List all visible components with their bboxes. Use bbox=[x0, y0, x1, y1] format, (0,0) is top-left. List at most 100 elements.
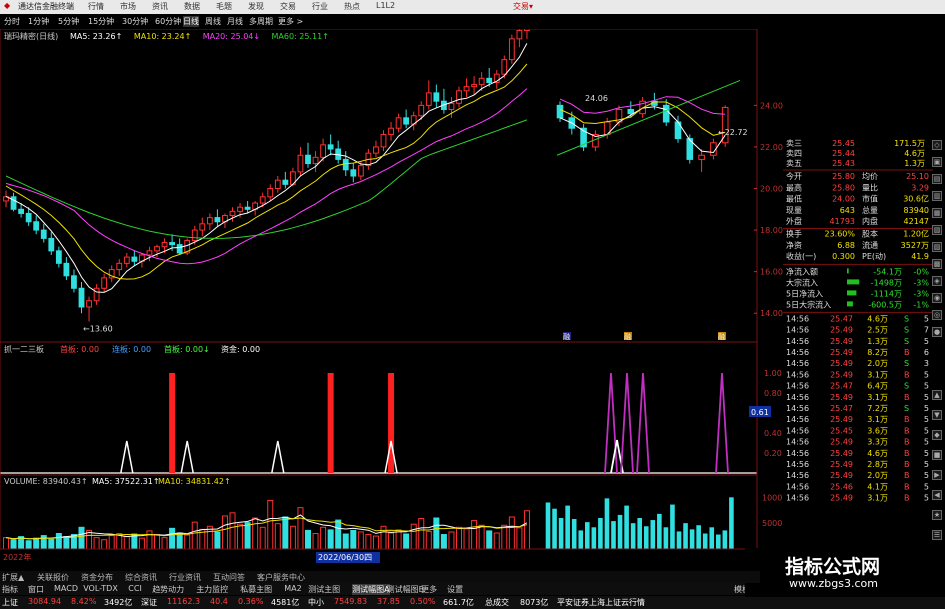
menu-item[interactable]: 行业 bbox=[312, 1, 328, 12]
period-1min[interactable]: 1分钟 bbox=[28, 16, 49, 27]
period-15min[interactable]: 15分钟 bbox=[88, 16, 114, 27]
side-button-icon[interactable]: ▲ bbox=[932, 390, 942, 400]
candle-body bbox=[55, 250, 62, 264]
side-button-icon[interactable]: ◀ bbox=[932, 490, 942, 500]
level-label: ←22.72 bbox=[718, 128, 748, 137]
indicator-tab[interactable]: 私募主图 bbox=[240, 584, 272, 595]
side-button-icon[interactable]: ■ bbox=[932, 450, 942, 460]
status-item: 0.36% bbox=[238, 597, 264, 606]
bottom-tab[interactable]: 扩展▲ bbox=[2, 572, 24, 583]
main-title: 瑞玛精密(日线) bbox=[4, 31, 58, 41]
bottom-tab[interactable]: 资金分布 bbox=[81, 572, 113, 583]
side-button-icon[interactable]: ▨ bbox=[932, 242, 942, 252]
menu-item[interactable]: 数据 bbox=[184, 1, 200, 12]
side-button-icon[interactable]: ▤ bbox=[932, 174, 942, 184]
candle-body bbox=[10, 196, 17, 210]
menu-item[interactable]: 毛题 bbox=[216, 1, 232, 12]
side-button-icon[interactable]: ☰ bbox=[932, 530, 942, 540]
bottom-tab[interactable]: 客户服务中心 bbox=[257, 572, 305, 583]
bottom-tab[interactable]: 互动问答 bbox=[213, 572, 245, 583]
bottom-tab[interactable]: 关联报价 bbox=[37, 572, 69, 583]
side-button-icon[interactable]: ▣ bbox=[932, 157, 942, 167]
period-more[interactable]: 更多 > bbox=[278, 16, 303, 27]
bottom-tab[interactable]: 行业资讯 bbox=[169, 572, 201, 583]
volume-bar bbox=[729, 497, 734, 549]
side-button-icon[interactable]: ▦ bbox=[932, 208, 942, 218]
period-week[interactable]: 周线 bbox=[205, 16, 221, 27]
indicator-tab[interactable]: 指标 bbox=[2, 584, 18, 595]
candle-body bbox=[237, 206, 243, 212]
side-button-icon[interactable]: ◆ bbox=[932, 430, 942, 440]
chart-canvas[interactable]: 瑞玛精密(日线) MA5: 23.26↑ MA10: 23.24↑ MA20: 25.… bbox=[0, 29, 945, 582]
indicator-item: 连板: 0.00 bbox=[112, 344, 151, 354]
side-button-icon[interactable]: ◎ bbox=[932, 310, 942, 320]
menu-item[interactable]: 市场 bbox=[120, 1, 136, 12]
indicator-tick: 0.40 bbox=[764, 429, 782, 438]
indicator-tab[interactable]: 设置 bbox=[447, 584, 463, 595]
status-item: 深证 bbox=[141, 598, 157, 607]
period-multi[interactable]: 多周期 bbox=[249, 16, 273, 27]
indicator-tab[interactable]: 测试幅图B bbox=[387, 584, 425, 595]
candle-body bbox=[312, 156, 319, 165]
side-button-icon[interactable]: ▩ bbox=[932, 259, 942, 269]
side-button-icon[interactable]: ● bbox=[932, 327, 942, 337]
volume-bar bbox=[448, 531, 455, 550]
menu-item[interactable]: 资讯 bbox=[152, 1, 168, 12]
volume-bar bbox=[630, 523, 636, 549]
volume-bar bbox=[571, 519, 577, 549]
side-button-icon[interactable]: ▥ bbox=[932, 191, 942, 201]
indicator-tab[interactable]: VOL-TDX bbox=[83, 584, 118, 593]
candle-body bbox=[327, 144, 334, 150]
indicator-tab[interactable]: 窗口 bbox=[28, 584, 44, 595]
period-day[interactable]: 日线 bbox=[183, 16, 199, 27]
side-button-icon[interactable]: ◉ bbox=[932, 293, 942, 303]
candle-body bbox=[199, 223, 206, 231]
bottom-tab[interactable]: 综合资讯 bbox=[125, 572, 157, 583]
volume-bar bbox=[486, 530, 493, 550]
trade-menu[interactable]: 交易▾ bbox=[513, 1, 533, 12]
volume-bar bbox=[425, 530, 432, 550]
candle-body bbox=[214, 217, 221, 223]
indicator-tab[interactable]: MACD bbox=[54, 584, 78, 593]
volume-bar bbox=[545, 502, 551, 549]
menu-item[interactable]: 交易 bbox=[280, 1, 296, 12]
period-30min[interactable]: 30分钟 bbox=[122, 16, 148, 27]
candle-body bbox=[25, 212, 32, 223]
indicator-tab[interactable]: 测试主图 bbox=[308, 584, 340, 595]
side-button-icon[interactable]: ◈ bbox=[932, 276, 942, 286]
side-button-icon[interactable]: ▧ bbox=[932, 225, 942, 235]
indicator-tab[interactable]: 主力监控 bbox=[196, 584, 228, 595]
menu-item[interactable]: 发现 bbox=[248, 1, 264, 12]
period-fenshi[interactable]: 分时 bbox=[4, 16, 20, 27]
indicator-tab[interactable]: 更多 bbox=[421, 584, 437, 595]
side-button-icon[interactable]: ★ bbox=[932, 510, 942, 520]
indicator-spike bbox=[636, 372, 650, 474]
indicator-tab[interactable]: 测试幅图A bbox=[352, 584, 390, 595]
candle-body bbox=[48, 237, 55, 252]
period-month[interactable]: 月线 bbox=[227, 16, 243, 27]
volume-bar bbox=[637, 518, 642, 549]
candle-body bbox=[425, 92, 432, 106]
menu-item[interactable]: L1L2 bbox=[376, 1, 395, 10]
menu-item[interactable]: 热点 bbox=[344, 1, 360, 12]
period-5min[interactable]: 5分钟 bbox=[58, 16, 79, 27]
volume-bar bbox=[578, 530, 584, 549]
candle-body bbox=[698, 154, 705, 160]
period-60min[interactable]: 60分钟 bbox=[155, 16, 181, 27]
indicator-tab[interactable]: MA2 bbox=[284, 584, 301, 593]
side-button-icon[interactable]: ▶ bbox=[932, 470, 942, 480]
candle-body bbox=[448, 102, 455, 111]
candle-body bbox=[78, 287, 85, 308]
candle-body bbox=[146, 250, 153, 256]
indicator-tab[interactable]: CCI bbox=[128, 584, 142, 593]
side-button-icon[interactable]: ▼ bbox=[932, 410, 942, 420]
candle-body bbox=[71, 275, 77, 289]
indicator-tick: 0.20 bbox=[764, 449, 782, 458]
candle-body bbox=[516, 30, 523, 40]
indicator-tab[interactable]: 趋势动力 bbox=[152, 584, 184, 595]
candle-body bbox=[305, 154, 311, 165]
menu-item[interactable]: 行情 bbox=[88, 1, 104, 12]
volume-bar bbox=[624, 505, 629, 549]
side-button-icon[interactable]: ◇ bbox=[932, 140, 942, 150]
candle-body bbox=[556, 104, 564, 119]
